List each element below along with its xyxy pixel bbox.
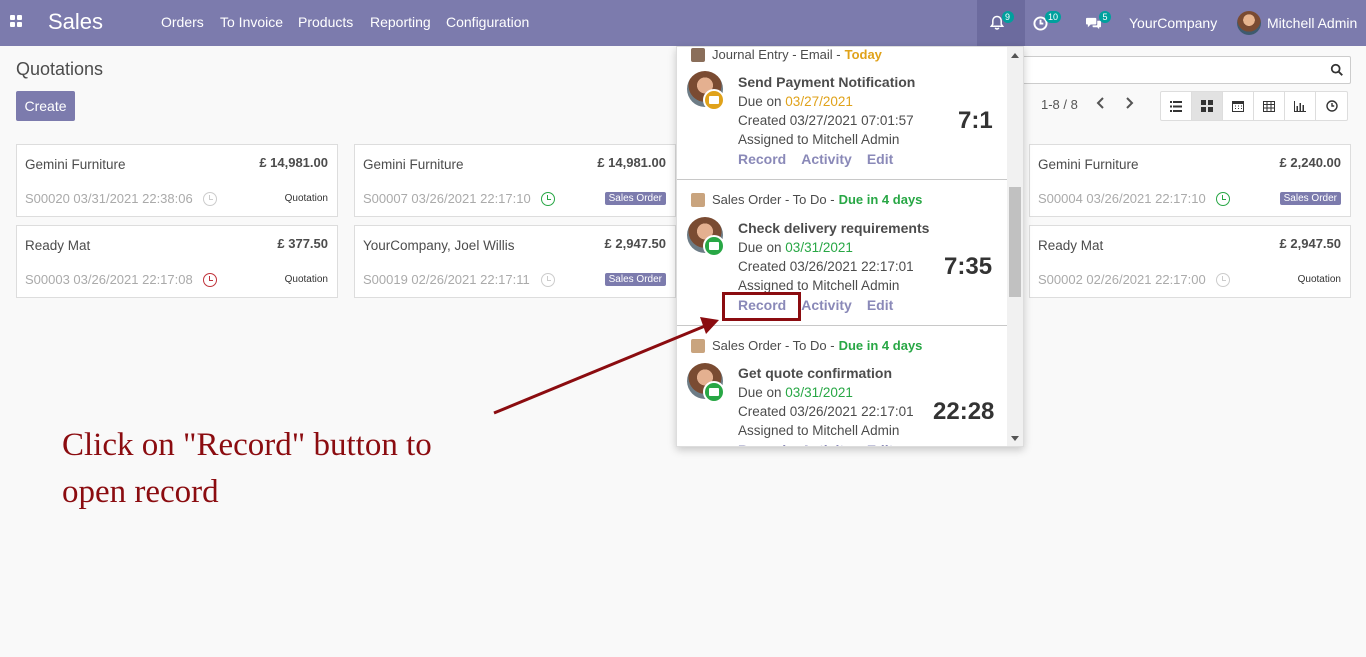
annotation-text: Click on "Record" button to open record	[62, 422, 432, 516]
annotation-arrow	[493, 317, 719, 415]
annotation-line-1: Click on "Record" button to	[62, 427, 432, 463]
annotation-line-2: open record	[62, 474, 219, 510]
